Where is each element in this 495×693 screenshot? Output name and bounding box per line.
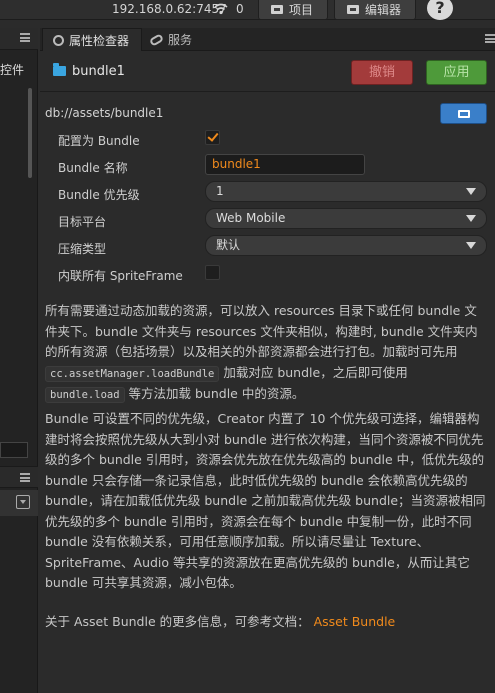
ip-address: 192.168.0.62:7457 — [112, 2, 227, 16]
top-toolbar: 192.168.0.62:7457 0 项目 编辑器 ? — [0, 0, 495, 20]
compression-select[interactable]: 默认 — [205, 235, 487, 256]
dropdown-icon[interactable] — [16, 495, 30, 509]
editor-button[interactable]: 编辑器 — [334, 0, 416, 20]
project-label: 项目 — [289, 3, 314, 17]
select-value: 默认 — [216, 238, 241, 252]
prop-row-platform: 目标平台 Web Mobile — [40, 207, 495, 233]
project-button[interactable]: 项目 — [258, 0, 328, 20]
description-paragraph-3: 关于 Asset Bundle 的更多信息，可参考文档： Asset Bundl… — [45, 612, 487, 633]
left-panel-row[interactable] — [0, 490, 38, 516]
prop-label: 内联所有 SpriteFrame — [58, 269, 183, 283]
code-snippet: cc.assetManager.loadBundle — [45, 365, 220, 382]
select-value: Web Mobile — [216, 211, 286, 225]
prop-label: Bundle 名称 — [58, 161, 128, 175]
tab-inspector-label: 属性检查器 — [69, 33, 130, 48]
desc-text: 加载对应 bundle，之后即可使用 — [219, 364, 408, 380]
cancel-button[interactable]: 撤销 — [351, 60, 413, 85]
left-panel: 控件 — [0, 28, 38, 693]
chevron-down-icon — [466, 215, 476, 222]
chevron-down-icon — [466, 188, 476, 195]
prop-row-inline-spriteframe: 内联所有 SpriteFrame — [40, 261, 495, 287]
prop-row-is-bundle: 配置为 Bundle — [40, 126, 495, 152]
prop-row-compression: 压缩类型 默认 — [40, 234, 495, 260]
open-folder-button[interactable] — [440, 103, 487, 124]
editor-label: 编辑器 — [365, 3, 402, 17]
asset-path: db://assets/bundle1 — [45, 106, 164, 120]
select-value: 1 — [216, 184, 224, 198]
gear-icon — [53, 34, 64, 46]
prop-row-bundle-name: Bundle 名称 bundle1 — [40, 153, 495, 179]
asset-header: bundle1 撤销 应用 — [40, 52, 495, 92]
folder-icon — [53, 63, 66, 76]
prop-label: 压缩类型 — [58, 242, 107, 256]
left-panel-tabbar — [0, 28, 38, 50]
left-panel-title: 控件 — [0, 63, 25, 77]
inline-spriteframe-checkbox[interactable] — [205, 265, 220, 280]
help-button[interactable]: ? — [427, 0, 453, 20]
desc-text: 等方法加载 bundle 中的资源。 — [124, 386, 305, 401]
apply-button[interactable]: 应用 — [426, 60, 487, 85]
menu-icon[interactable] — [485, 34, 495, 43]
desc-text: 关于 Asset Bundle 的更多信息，可参考文档： — [45, 614, 310, 629]
folder-icon — [458, 110, 470, 118]
prop-label: Bundle 优先级 — [58, 188, 140, 202]
tab-service-label: 服务 — [168, 33, 193, 47]
docs-link[interactable]: Asset Bundle — [314, 614, 396, 629]
wifi-icon — [214, 3, 228, 15]
left-panel-tabbar-2 — [0, 466, 38, 488]
priority-select[interactable]: 1 — [205, 181, 487, 202]
code-snippet: bundle.load — [45, 387, 125, 403]
desc-text: 所有需要通过动态加载的资源，可以放入 resources 目录下或任何 bund… — [45, 303, 478, 359]
tab-inspector[interactable]: 属性检查器 — [42, 28, 142, 51]
chevron-down-icon — [466, 242, 476, 249]
connection-count: 0 — [236, 2, 244, 16]
left-panel-input[interactable] — [0, 442, 28, 458]
menu-icon[interactable] — [20, 473, 30, 482]
folder-icon — [347, 5, 359, 14]
platform-select[interactable]: Web Mobile — [205, 208, 487, 229]
prop-row-priority: Bundle 优先级 1 — [40, 180, 495, 206]
description-paragraph-2: Bundle 可设置不同的优先级，Creator 内置了 10 个优先级可选择，… — [45, 411, 486, 590]
is-bundle-checkbox[interactable] — [205, 130, 220, 145]
prop-label: 配置为 Bundle — [58, 134, 140, 148]
tab-service[interactable]: 服务 — [146, 28, 206, 51]
folder-icon — [271, 5, 283, 14]
prop-label: 目标平台 — [58, 215, 107, 229]
inspector-tabbar: 属性检查器 服务 — [40, 28, 495, 51]
asset-name: bundle1 — [72, 64, 125, 79]
inspector-panel: 属性检查器 服务 bundle1 撤销 应用 db://assets/bundl… — [40, 28, 495, 693]
scrollbar[interactable] — [28, 88, 32, 178]
description-paragraph-1: 所有需要通过动态加载的资源，可以放入 resources 目录下或任何 bund… — [45, 301, 487, 406]
bundle-name-input[interactable]: bundle1 — [205, 154, 365, 175]
menu-icon[interactable] — [20, 33, 30, 42]
link-icon — [148, 32, 165, 47]
